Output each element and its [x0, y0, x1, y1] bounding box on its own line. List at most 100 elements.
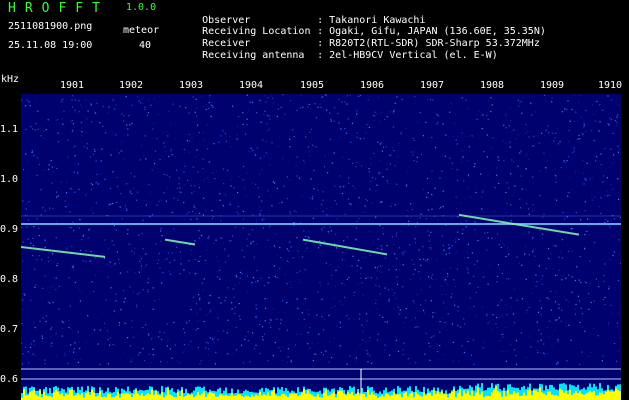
noise-speckle — [143, 359, 146, 362]
noise-speckle — [205, 341, 207, 343]
noise-speckle — [370, 277, 372, 279]
noise-speckle — [213, 143, 215, 145]
noise-speckle — [620, 337, 621, 339]
noise-speckle — [191, 192, 193, 194]
power-bar-peak — [507, 389, 509, 400]
power-bar-peak — [129, 394, 131, 400]
noise-speckle — [114, 135, 116, 137]
noise-speckle — [183, 152, 185, 154]
noise-speckle — [482, 163, 484, 165]
noise-speckle — [197, 260, 199, 262]
noise-speckle — [343, 296, 346, 298]
noise-speckle — [247, 109, 250, 111]
noise-speckle — [52, 301, 54, 303]
noise-speckle — [526, 203, 528, 205]
noise-speckle — [361, 324, 363, 326]
power-bar-peak — [303, 389, 305, 400]
noise-speckle — [177, 199, 179, 201]
noise-speckle — [580, 275, 582, 277]
noise-speckle — [582, 172, 585, 174]
noise-speckle — [411, 209, 413, 211]
noise-speckle — [246, 238, 248, 240]
noise-speckle — [575, 171, 577, 173]
noise-speckle — [528, 335, 530, 337]
noise-speckle — [436, 278, 438, 280]
noise-speckle — [349, 355, 351, 357]
noise-speckle — [391, 147, 394, 149]
power-bar-peak — [539, 387, 541, 400]
noise-speckle — [252, 164, 254, 166]
noise-speckle — [565, 236, 567, 238]
noise-speckle — [608, 288, 610, 290]
noise-speckle — [385, 146, 387, 148]
power-bar-peak — [427, 393, 429, 400]
noise-speckle — [610, 119, 612, 121]
noise-speckle — [532, 249, 534, 251]
noise-speckle — [355, 239, 357, 241]
noise-speckle — [237, 125, 239, 127]
power-bar-peak — [199, 394, 201, 400]
noise-speckle — [87, 342, 89, 344]
power-bar-peak — [499, 392, 501, 400]
noise-speckle — [356, 136, 358, 138]
noise-speckle — [441, 294, 444, 296]
noise-speckle — [323, 226, 325, 228]
noise-speckle — [323, 240, 325, 242]
noise-speckle — [182, 148, 184, 151]
noise-speckle — [613, 218, 616, 220]
noise-speckle — [131, 320, 133, 322]
noise-speckle — [372, 185, 374, 187]
noise-speckle — [194, 273, 196, 275]
noise-speckle — [598, 286, 600, 288]
noise-speckle — [139, 260, 141, 262]
noise-speckle — [189, 272, 191, 274]
noise-speckle — [119, 140, 121, 142]
noise-speckle — [137, 354, 139, 356]
noise-speckle — [356, 270, 358, 272]
noise-speckle — [22, 319, 24, 321]
noise-speckle — [375, 303, 377, 305]
noise-speckle — [207, 237, 209, 239]
noise-speckle — [429, 346, 431, 348]
noise-speckle — [71, 244, 73, 246]
noise-speckle — [473, 363, 475, 365]
noise-speckle — [115, 95, 117, 97]
noise-speckle — [201, 234, 203, 237]
noise-speckle — [324, 318, 326, 320]
noise-speckle — [32, 237, 34, 239]
noise-speckle — [26, 358, 28, 360]
noise-speckle — [23, 293, 25, 295]
noise-speckle — [142, 154, 145, 156]
noise-speckle — [208, 220, 210, 223]
noise-speckle — [260, 121, 262, 123]
noise-speckle — [217, 317, 219, 319]
noise-speckle — [392, 112, 394, 114]
noise-speckle — [531, 114, 533, 116]
noise-speckle — [384, 321, 386, 323]
noise-speckle — [615, 99, 617, 101]
noise-speckle — [131, 243, 133, 245]
noise-speckle — [302, 106, 304, 108]
noise-speckle — [72, 123, 75, 125]
noise-speckle — [526, 303, 529, 305]
noise-speckle — [289, 281, 291, 283]
noise-speckle — [86, 103, 88, 105]
noise-speckle — [252, 332, 254, 334]
noise-speckle — [534, 111, 537, 113]
noise-speckle — [133, 176, 135, 178]
noise-speckle — [207, 182, 209, 184]
noise-speckle — [388, 311, 390, 313]
noise-speckle — [415, 226, 417, 228]
noise-speckle — [321, 316, 323, 318]
noise-speckle — [464, 348, 466, 351]
noise-speckle — [307, 343, 309, 345]
power-bar-peak — [91, 389, 93, 400]
noise-speckle — [346, 148, 348, 150]
noise-speckle — [438, 359, 440, 361]
noise-speckle — [509, 143, 511, 145]
noise-speckle — [591, 176, 593, 178]
noise-speckle — [352, 255, 354, 257]
noise-speckle — [364, 131, 367, 133]
noise-speckle — [573, 147, 575, 149]
noise-speckle — [191, 137, 193, 139]
